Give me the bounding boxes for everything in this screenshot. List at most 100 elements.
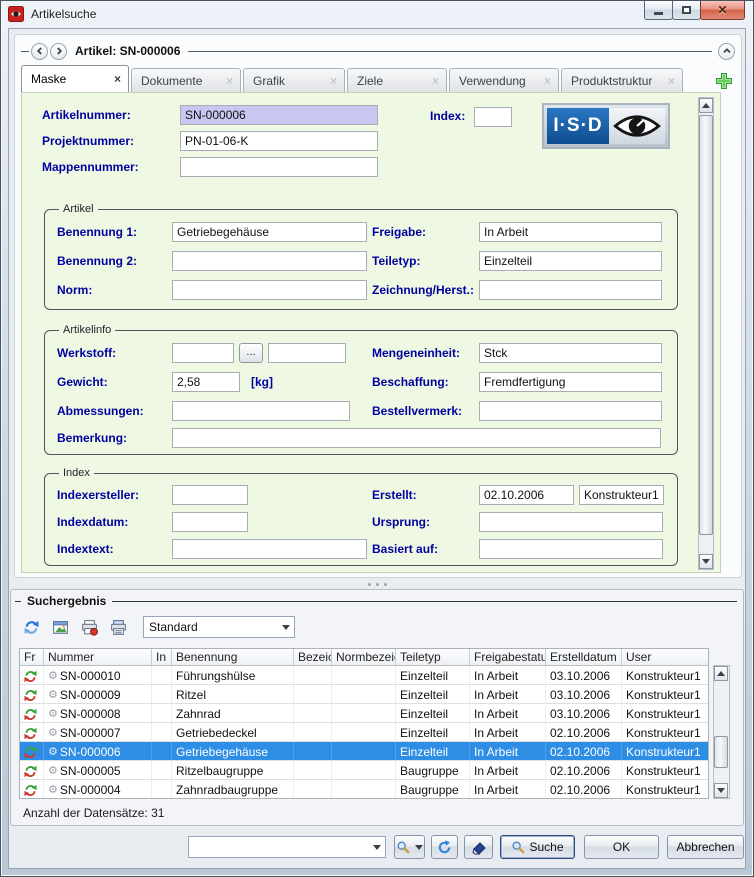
- print-button[interactable]: [108, 617, 128, 637]
- result-view-dropdown[interactable]: Standard: [143, 616, 295, 638]
- scroll-thumb[interactable]: [699, 115, 713, 535]
- print-delete-button[interactable]: [79, 617, 99, 637]
- mask-tab-bar: Maske× Dokumente× Grafik× Ziele× Verwend…: [21, 65, 735, 92]
- search-options-button[interactable]: [394, 835, 425, 859]
- release-status-icon: [24, 708, 37, 721]
- col-bezeichnung[interactable]: Bezeichnung: [294, 649, 332, 665]
- bemerkung-field[interactable]: [172, 428, 661, 448]
- tab-close-icon[interactable]: ×: [668, 75, 675, 87]
- col-benennung[interactable]: Benennung: [172, 649, 294, 665]
- results-scrollbar[interactable]: [713, 665, 730, 799]
- indextext-field[interactable]: [172, 539, 367, 559]
- tab-grafik[interactable]: Grafik×: [243, 68, 345, 92]
- norm-field[interactable]: [172, 280, 367, 300]
- table-row[interactable]: ⚙SN-000010 Führungshülse Einzelteil In A…: [20, 666, 708, 685]
- projektnummer-field[interactable]: PN-01-06-K: [180, 131, 378, 151]
- benennung1-field[interactable]: Getriebegehäuse: [172, 222, 367, 242]
- next-icon: [54, 46, 64, 56]
- table-row[interactable]: ⚙SN-000009 Ritzel Einzelteil In Arbeit 0…: [20, 685, 708, 704]
- table-row[interactable]: ⚙SN-000008 Zahnrad Einzelteil In Arbeit …: [20, 704, 708, 723]
- teiletyp-field[interactable]: Einzelteil: [479, 251, 662, 271]
- scroll-up-button[interactable]: [699, 98, 713, 113]
- werkstoff-browse-button[interactable]: ...: [239, 343, 263, 363]
- close-button[interactable]: ✕: [700, 1, 745, 20]
- collapse-panel-button[interactable]: [718, 43, 735, 60]
- gewicht-field[interactable]: 2,58: [172, 372, 240, 392]
- ursprung-field[interactable]: [479, 512, 663, 532]
- scroll-thumb[interactable]: [714, 736, 728, 768]
- col-fr[interactable]: Fr: [20, 649, 44, 665]
- refresh-results-button[interactable]: [21, 617, 41, 637]
- beschaffung-field[interactable]: Fremdfertigung: [479, 372, 662, 392]
- next-article-button[interactable]: [50, 43, 67, 60]
- tab-dokumente[interactable]: Dokumente×: [131, 68, 241, 92]
- export-image-button[interactable]: [50, 617, 70, 637]
- panel-splitter[interactable]: [9, 580, 745, 588]
- window-title: Artikelsuche: [31, 7, 96, 21]
- tab-produktstruktur[interactable]: Produktstruktur×: [561, 68, 683, 92]
- tab-close-icon[interactable]: ×: [544, 75, 551, 87]
- scroll-up-button[interactable]: [714, 666, 728, 681]
- indexdatum-field[interactable]: [172, 512, 248, 532]
- benennung2-field[interactable]: [172, 251, 367, 271]
- tab-ziele[interactable]: Ziele×: [347, 68, 447, 92]
- tab-verwendung[interactable]: Verwendung×: [449, 68, 559, 92]
- refresh-button[interactable]: [431, 835, 458, 859]
- bestellvermerk-field[interactable]: [479, 401, 662, 421]
- part-gear-icon: ⚙: [48, 785, 58, 796]
- indexersteller-field[interactable]: [172, 485, 248, 505]
- maximize-button[interactable]: [672, 1, 701, 20]
- tab-close-icon[interactable]: ×: [226, 75, 233, 87]
- search-icon: [511, 840, 525, 854]
- table-row[interactable]: ⚙SN-000007 Getriebedeckel Einzelteil In …: [20, 723, 708, 742]
- add-tab-button[interactable]: [713, 70, 735, 92]
- col-teiletyp[interactable]: Teiletyp: [396, 649, 470, 665]
- col-in[interactable]: In: [152, 649, 172, 665]
- results-toolbar: Standard: [21, 614, 295, 640]
- search-query-dropdown[interactable]: [188, 836, 386, 858]
- title-bar[interactable]: Artikelsuche ✕: [1, 1, 753, 28]
- tab-maske[interactable]: Maske×: [21, 65, 129, 92]
- indexdatum-label: Indexdatum:: [57, 515, 172, 529]
- col-erstelldatum[interactable]: Erstelldatum: [546, 649, 622, 665]
- werkstoff-field2[interactable]: [268, 343, 346, 363]
- abmessungen-field[interactable]: [172, 401, 350, 421]
- zeichnung-field[interactable]: [479, 280, 662, 300]
- mengeneinheit-field[interactable]: Stck: [479, 343, 662, 363]
- tab-close-icon[interactable]: ×: [330, 75, 337, 87]
- bestellvermerk-label: Bestellvermerk:: [372, 404, 479, 418]
- release-status-icon: [24, 765, 37, 778]
- scroll-down-button[interactable]: [714, 783, 728, 798]
- col-freigabestatus[interactable]: Freigabestatus: [470, 649, 546, 665]
- tab-close-icon[interactable]: ×: [114, 73, 121, 85]
- col-normbezeichnung[interactable]: Normbezeichnung: [332, 649, 396, 665]
- table-row[interactable]: ⚙SN-000004 Zahnradbaugruppe Baugruppe In…: [20, 780, 708, 799]
- part-gear-icon: ⚙: [48, 671, 58, 682]
- artikelnummer-field[interactable]: SN-000006: [180, 105, 378, 125]
- basiert-auf-field[interactable]: [479, 539, 663, 559]
- form-scrollbar[interactable]: [698, 97, 714, 570]
- tab-close-icon[interactable]: ×: [432, 75, 439, 87]
- table-row[interactable]: ⚙SN-000005 Ritzelbaugruppe Baugruppe In …: [20, 761, 708, 780]
- freigabe-field[interactable]: In Arbeit: [479, 222, 662, 242]
- artikel-legend: Artikel: [59, 203, 98, 215]
- refresh-icon: [437, 840, 452, 855]
- mappennummer-field[interactable]: [180, 157, 378, 177]
- clear-button[interactable]: [464, 835, 493, 859]
- werkstoff-field[interactable]: [172, 343, 234, 363]
- table-row-selected[interactable]: ⚙SN-000006 Getriebegehäuse Einzelteil In…: [20, 742, 708, 761]
- scroll-down-button[interactable]: [699, 554, 713, 569]
- col-nummer[interactable]: Nummer: [44, 649, 152, 665]
- table-header-row[interactable]: Fr Nummer In Benennung Bezeichnung Normb…: [20, 649, 708, 666]
- ok-button[interactable]: OK: [584, 835, 659, 859]
- prev-article-button[interactable]: [31, 43, 48, 60]
- minimize-button[interactable]: [644, 1, 673, 20]
- erstellt-field[interactable]: 02.10.2006: [479, 485, 574, 505]
- abmessungen-label: Abmessungen:: [57, 404, 172, 418]
- indextext-label: Indextext:: [57, 542, 172, 556]
- suche-button[interactable]: Suche: [500, 835, 575, 859]
- col-user[interactable]: User: [622, 649, 706, 665]
- abbrechen-button[interactable]: Abbrechen: [667, 835, 744, 859]
- index-field[interactable]: [474, 107, 512, 127]
- article-group-header: Artikel: SN-000006: [21, 41, 735, 61]
